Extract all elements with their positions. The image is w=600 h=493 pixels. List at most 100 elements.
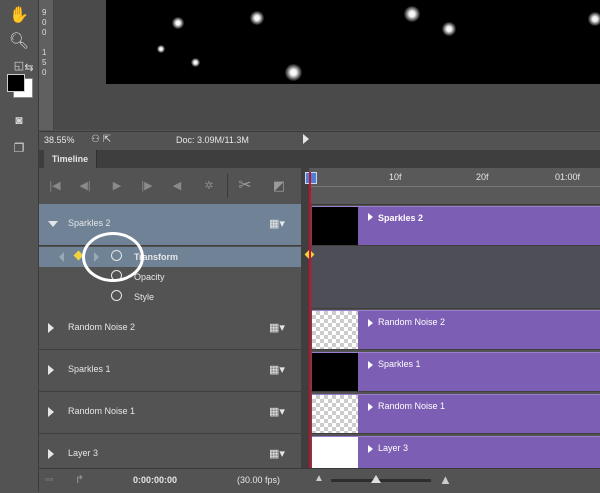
clip-sparkles-1[interactable]: Sparkles 1 (312, 352, 600, 391)
property-label: Style (134, 292, 155, 302)
tools-panel: ✋ 🔍︎ ◱ ⇆ ◙ ❐ (0, 0, 39, 492)
clip-random-noise-1[interactable]: Random Noise 1 (312, 394, 600, 433)
status-toggle-icon[interactable]: ⚇ ⇱ (91, 134, 111, 145)
timeline-footer: ▫▫▫ ↱ 0:00:00:00 (30.00 fps) ▲ ▲ (39, 468, 600, 493)
track-random-noise-2: Random Noise 2 (309, 308, 600, 350)
tab-timeline[interactable]: Timeline (44, 150, 97, 168)
render-video-icon[interactable]: ↱ (75, 473, 84, 486)
clip-thumbnail (312, 353, 358, 391)
vertical-ruler: 9 0 0 1 5 0 (39, 0, 54, 130)
transition-icon[interactable]: ◩ (271, 178, 287, 194)
quick-mask-icon[interactable]: ◙ (7, 110, 31, 130)
layer-row-sparkles-2[interactable]: Sparkles 2 ▦▾ (39, 204, 301, 246)
sparkle (157, 45, 165, 53)
property-label: Opacity (134, 272, 165, 282)
zoom-slider[interactable] (331, 479, 431, 482)
expand-triangle-icon[interactable] (48, 365, 54, 375)
layer-row-sparkles-1[interactable]: Sparkles 1 ▦▾ (39, 350, 301, 392)
highlight-annotation-circle (82, 232, 144, 282)
previous-keyframe-icon[interactable] (59, 252, 64, 262)
audio-icon[interactable]: ◀ (169, 178, 185, 194)
layer-row-random-noise-1[interactable]: Random Noise 1 ▦▾ (39, 392, 301, 434)
next-frame-icon[interactable]: |▶ (139, 178, 155, 194)
document-canvas-area[interactable] (54, 0, 600, 130)
color-swatches[interactable] (7, 74, 35, 104)
stopwatch-icon[interactable] (111, 290, 122, 301)
timecode[interactable]: 0:00:00:00 (133, 475, 177, 485)
clip-label: Random Noise 2 (378, 317, 446, 327)
ruler-baseline (309, 186, 600, 187)
panel-splitter[interactable] (301, 168, 309, 468)
sparkle (442, 22, 456, 36)
ruler-tick: 0 (42, 68, 47, 77)
clip-expand-icon[interactable] (368, 361, 373, 369)
sparkle (250, 11, 264, 25)
collapse-triangle-icon[interactable] (48, 221, 58, 227)
layer-row-random-noise-2[interactable]: Random Noise 2 ▦▾ (39, 308, 301, 350)
clip-label: Random Noise 1 (378, 401, 446, 411)
timeline-controls: |◀ ◀| ▶ |▶ ◀ ✲ ✂ ◩ (39, 168, 301, 205)
doc-size: Doc: 3.09M/11.3M (176, 135, 249, 145)
property-tracks (304, 246, 600, 309)
hand-icon[interactable]: ✋ (7, 6, 31, 26)
time-ruler[interactable]: 10f 20f 01:00f (305, 168, 600, 205)
layer-name: Sparkles 2 (68, 218, 111, 228)
go-to-first-frame-icon[interactable]: |◀ (47, 178, 63, 194)
zoom-icon[interactable]: 🔍︎ (7, 32, 31, 52)
film-strip-menu-icon[interactable]: ▦▾ (269, 217, 285, 230)
play-icon[interactable]: ▶ (109, 178, 125, 194)
layer-name: Random Noise 2 (68, 322, 136, 332)
status-menu-arrow-icon[interactable] (303, 134, 309, 144)
clip-expand-icon[interactable] (368, 213, 373, 221)
time-ruler-label: 01:00f (555, 172, 581, 182)
settings-gear-icon[interactable]: ✲ (201, 178, 217, 194)
clip-sparkles-2[interactable]: Sparkles 2 (312, 206, 600, 245)
clip-label: Layer 3 (378, 443, 409, 453)
clip-expand-icon[interactable] (368, 445, 373, 453)
film-strip-menu-icon[interactable]: ▦▾ (269, 321, 285, 334)
divider (227, 174, 228, 198)
clip-random-noise-2[interactable]: Random Noise 2 (312, 310, 600, 349)
sparkle (285, 64, 302, 81)
clip-thumbnail (312, 395, 358, 433)
film-strip-menu-icon[interactable]: ▦▾ (269, 405, 285, 418)
playhead-handle-icon[interactable] (305, 172, 317, 184)
clip-expand-icon[interactable] (368, 319, 373, 327)
screen-mode-icon[interactable]: ❐ (7, 138, 31, 158)
frame-animation-toggle-icon[interactable]: ▫▫▫ (45, 475, 54, 484)
clip-thumbnail (312, 207, 358, 245)
clip-expand-icon[interactable] (368, 403, 373, 411)
sparkle (404, 6, 420, 22)
track-random-noise-1: Random Noise 1 (309, 392, 600, 434)
status-bar: 38.55% ⚇ ⇱ Doc: 3.09M/11.3M (39, 131, 600, 150)
film-strip-menu-icon[interactable]: ▦▾ (269, 447, 285, 460)
clip-thumbnail (312, 311, 358, 349)
layer-name: Sparkles 1 (68, 364, 111, 374)
ruler-tick: 5 (42, 58, 47, 67)
property-row-opacity[interactable]: Opacity (39, 267, 301, 287)
zoom-slider-thumb[interactable] (371, 475, 381, 483)
film-strip-menu-icon[interactable]: ▦▾ (269, 363, 285, 376)
layer-name: Layer 3 (68, 448, 99, 458)
timeline-tracks: 10f 20f 01:00f Sparkles 2 Random Noise 2… (304, 168, 600, 476)
ruler-tick: 1 (42, 48, 47, 57)
sparkle (191, 58, 200, 67)
ruler-tick: 0 (42, 28, 47, 37)
frame-rate: (30.00 fps) (237, 475, 281, 485)
sparkles-artwork[interactable] (106, 0, 600, 84)
sparkle (172, 17, 184, 29)
playhead-line[interactable] (309, 172, 311, 468)
split-scissors-icon[interactable]: ✂ (237, 178, 253, 194)
previous-frame-icon[interactable]: ◀| (77, 178, 93, 194)
zoom-out-mountain-icon[interactable]: ▲ (314, 473, 324, 484)
panel-tab-bar: Timeline (39, 150, 600, 168)
zoom-level[interactable]: 38.55% (44, 135, 75, 145)
property-row-style[interactable]: Style (39, 287, 301, 307)
expand-triangle-icon[interactable] (48, 407, 54, 417)
expand-triangle-icon[interactable] (48, 323, 54, 333)
property-row-transform[interactable]: Transform (39, 247, 301, 267)
zoom-in-mountain-icon[interactable]: ▲ (439, 472, 452, 487)
layer-name: Random Noise 1 (68, 406, 136, 416)
swap-colors-icon[interactable]: ⇆ (22, 58, 36, 78)
expand-triangle-icon[interactable] (48, 449, 54, 459)
